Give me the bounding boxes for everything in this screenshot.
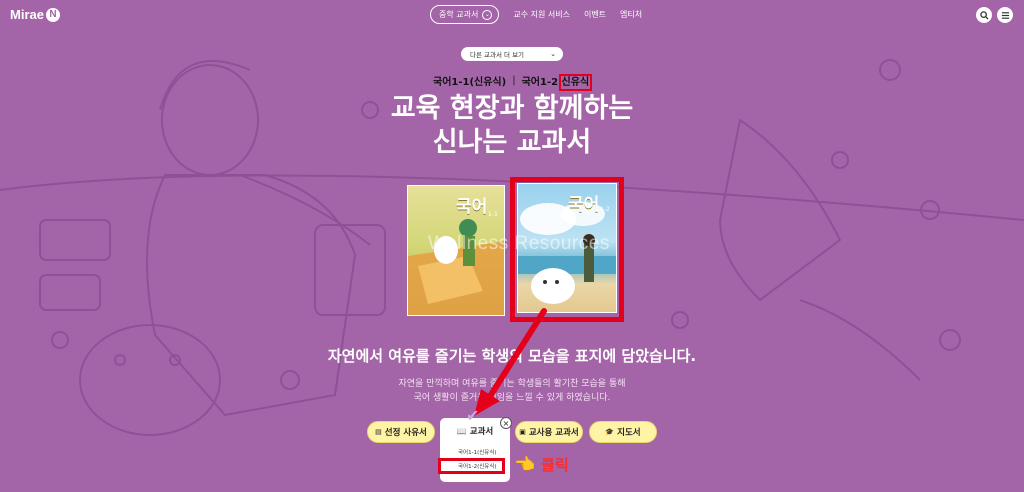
volume-tabs: 국어1-1(신유식) | 국어1-2 신유식 xyxy=(433,73,593,91)
chevron-down-icon: ⌄ xyxy=(550,50,556,58)
click-annotation-text: 클릭 xyxy=(541,456,569,474)
book-1-title: 국어 xyxy=(456,197,488,217)
textbook-button-label: 교과서 xyxy=(469,427,494,437)
other-textbook-label: 다른 교과서 더 보기 xyxy=(470,51,525,59)
checkmark-icon: ✔ xyxy=(466,406,480,425)
selection-reason-button[interactable]: ▤ 선정 사유서 xyxy=(367,421,435,443)
brand-logo[interactable]: Mirae N xyxy=(10,7,60,22)
pointing-hand-icon: 👈 xyxy=(514,454,536,475)
headline-line-1: 교육 현장과 함께하는 xyxy=(390,93,634,124)
book-icon: 📖 xyxy=(456,426,467,436)
teacher-textbook-label: 교사용 교과서 xyxy=(528,428,579,438)
nav-item-mteacher[interactable]: 엠티처 xyxy=(620,9,642,20)
divider: | xyxy=(512,75,516,86)
logo-badge: N xyxy=(45,7,60,22)
search-icon[interactable] xyxy=(976,7,992,23)
nav-pill-label: 중학 교과서 xyxy=(439,10,479,19)
document-icon: ▤ xyxy=(375,428,382,436)
nav-item-events[interactable]: 이벤트 xyxy=(584,9,606,20)
teacher-icon: ▣ xyxy=(519,428,526,436)
top-navigation: 중학 교과서 ⌄ 교수 지원 서비스 이벤트 엠티처 xyxy=(430,5,642,24)
tab-volume-2[interactable]: 국어1-2 신유식 xyxy=(521,73,593,91)
headline-line-2: 신나는 교과서 xyxy=(432,127,592,158)
watermark-text: Wellness Resources xyxy=(428,233,610,254)
tab-volume-1[interactable]: 국어1-1(신유식) xyxy=(433,73,506,88)
cover-description-line-1: 자연을 만끽하며 여유를 즐기는 학생들의 활기찬 모습을 통해 xyxy=(398,379,626,389)
close-icon[interactable]: × xyxy=(500,417,512,429)
nav-item-teaching-service[interactable]: 교수 지원 서비스 xyxy=(513,9,570,20)
chevron-down-icon: ⌄ xyxy=(482,9,493,20)
cover-description-line-2: 국어 생활이 즐거운 것임을 느낄 수 있게 하였습니다. xyxy=(413,393,611,403)
cover-description-title: 자연에서 여유를 즐기는 학생의 모습을 표지에 담았습니다. xyxy=(327,347,697,365)
click-annotation: 👈 클릭 xyxy=(514,454,569,475)
graduation-cap-icon: 🎓 xyxy=(605,428,615,436)
menu-icon[interactable] xyxy=(997,7,1013,23)
logo-text: Mirae xyxy=(10,7,44,22)
tab-volume-2-highlight: 신유식 xyxy=(558,74,593,91)
teacher-textbook-button[interactable]: ▣ 교사용 교과서 xyxy=(515,421,583,443)
selection-reason-label: 선정 사유서 xyxy=(384,428,427,438)
nav-textbook-dropdown[interactable]: 중학 교과서 ⌄ xyxy=(430,5,500,24)
guide-book-button[interactable]: 🎓 지도서 xyxy=(589,421,657,443)
book-1-sub: 1-1 xyxy=(488,211,498,218)
tab-volume-2-prefix: 국어1-2 xyxy=(521,77,559,88)
guide-book-label: 지도서 xyxy=(617,428,641,438)
other-textbook-select[interactable]: 다른 교과서 더 보기 ⌄ xyxy=(461,47,563,61)
dropdown-item-highlight-frame xyxy=(438,458,505,474)
